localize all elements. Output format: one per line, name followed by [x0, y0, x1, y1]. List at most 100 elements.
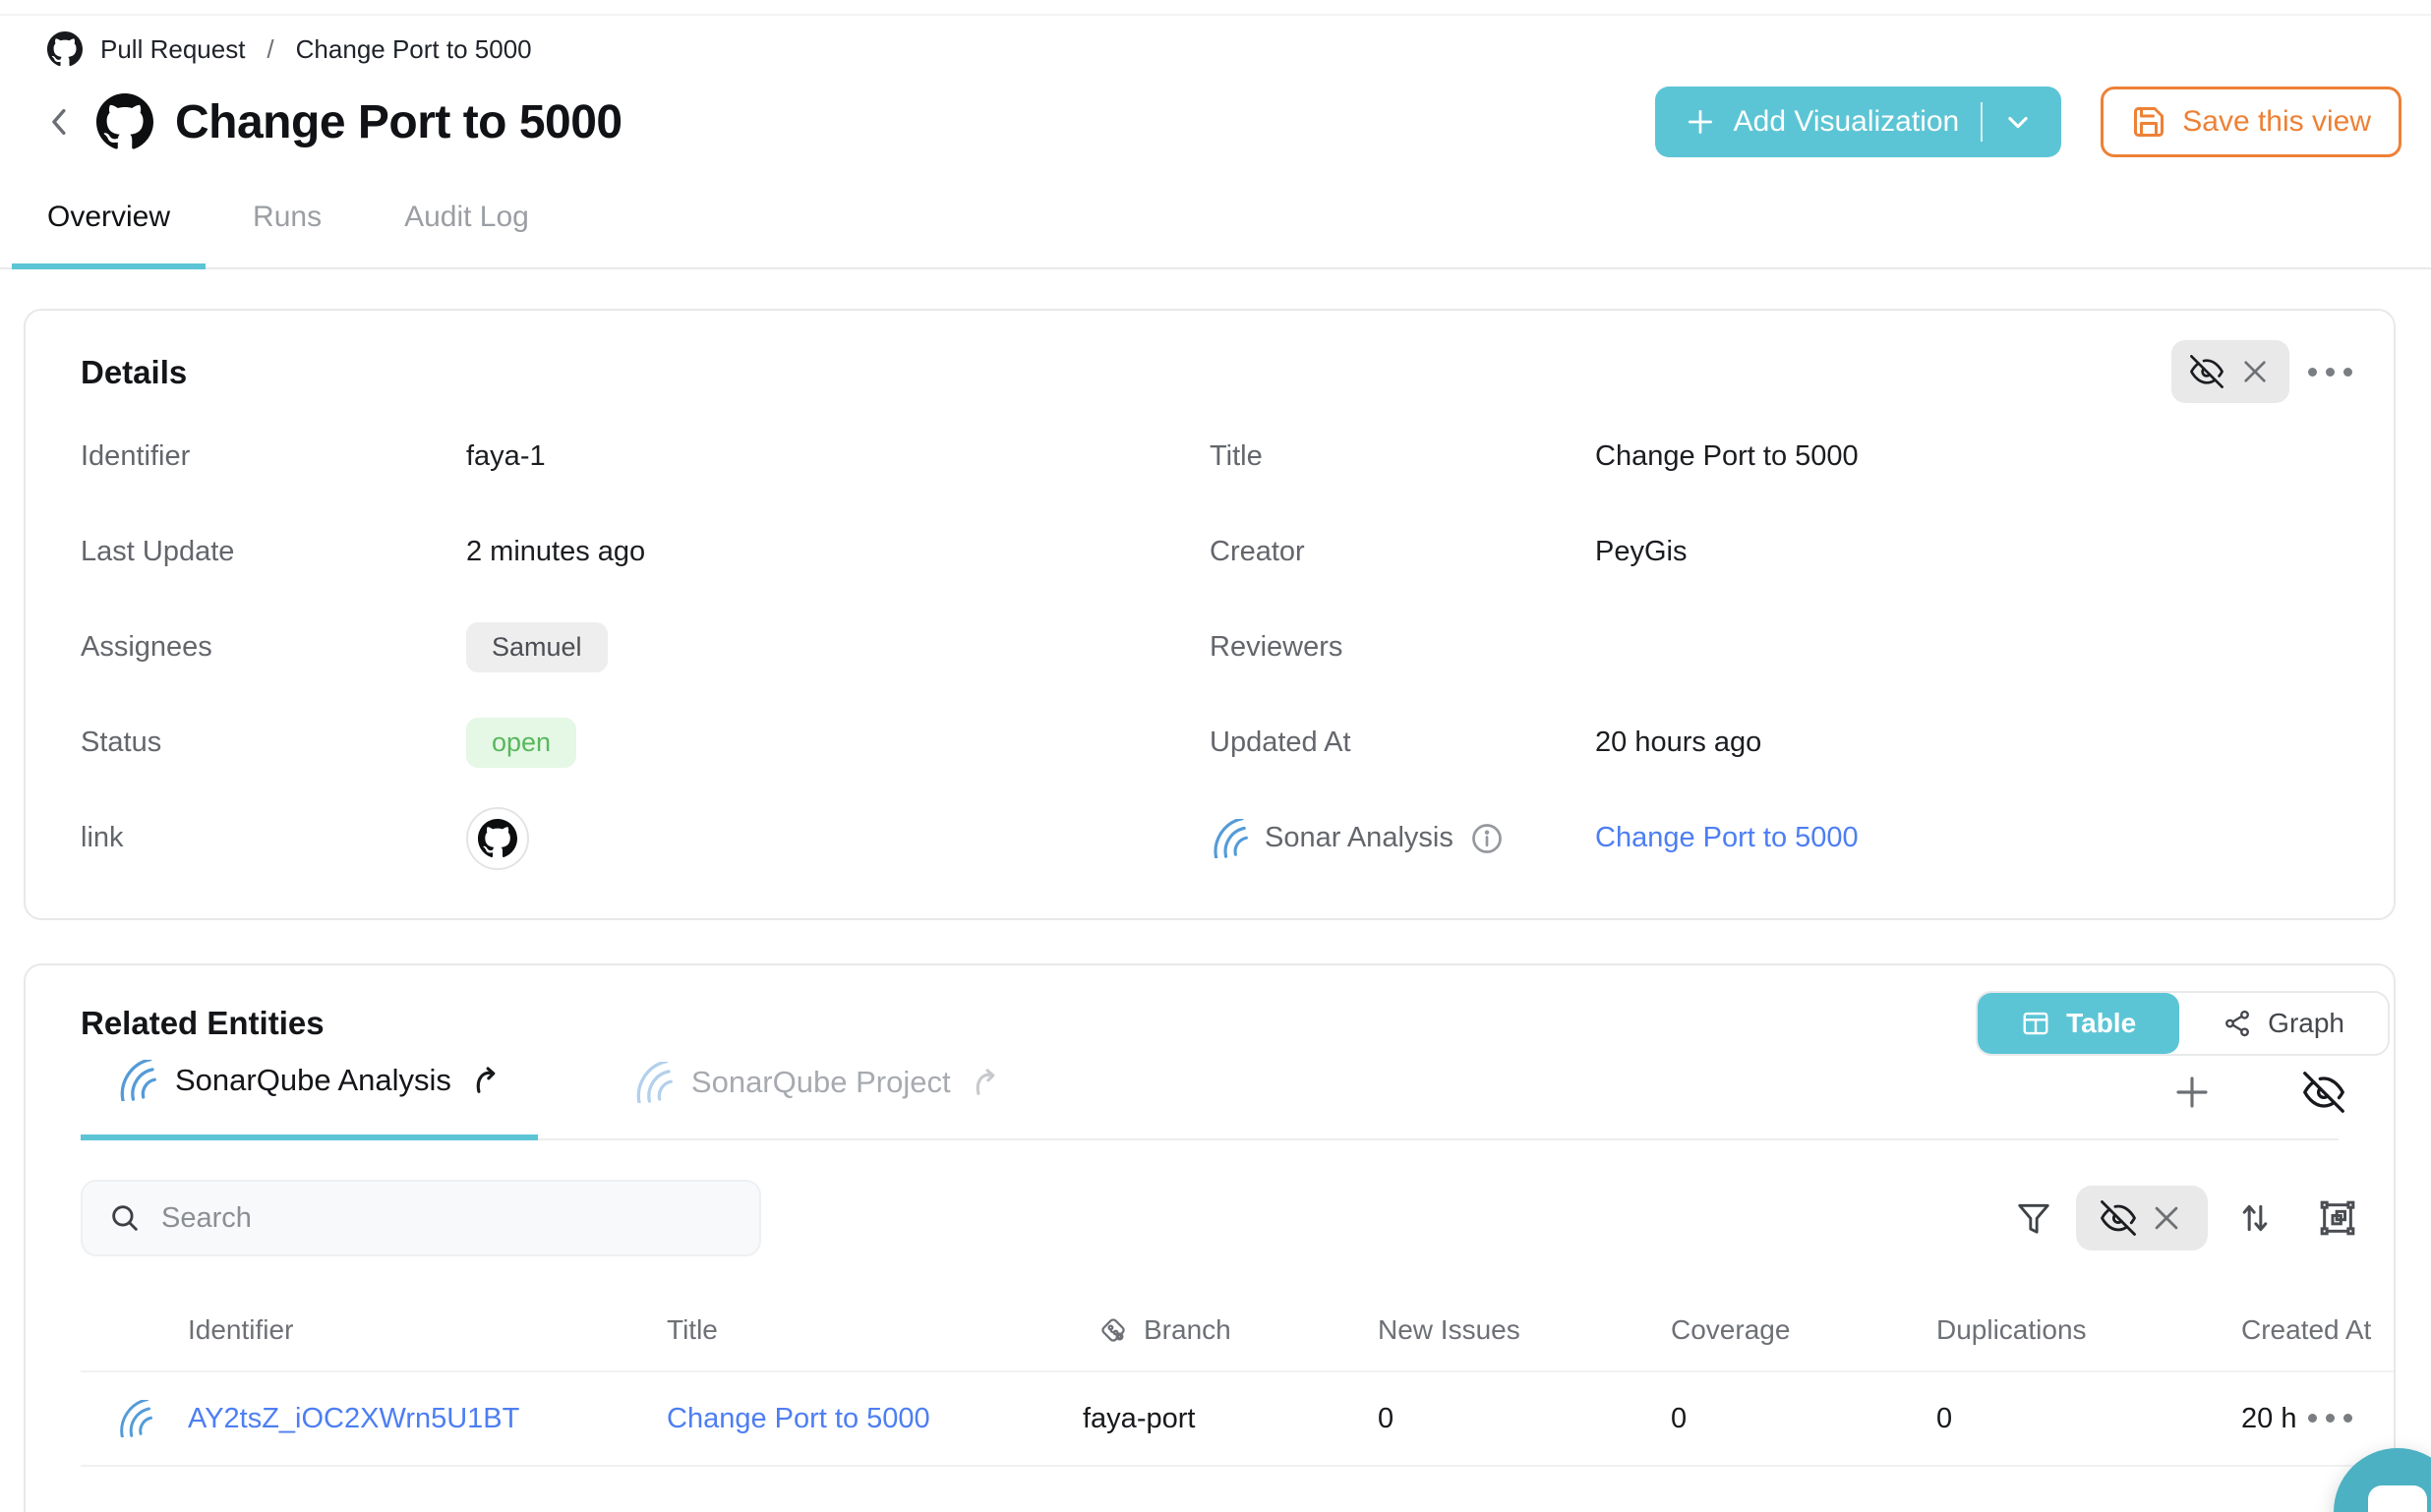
field-value: 20 hours ago: [1595, 727, 1761, 759]
search-input[interactable]: [161, 1202, 734, 1235]
sonar-icon: [632, 1062, 674, 1103]
sonar-analysis-link[interactable]: Change Port to 5000: [1595, 822, 1859, 854]
status-badge: open: [466, 718, 576, 768]
toggle-graph-label: Graph: [2268, 1008, 2344, 1039]
field-value: Change Port to 5000: [1595, 440, 1859, 473]
info-icon[interactable]: [1469, 821, 1505, 856]
column-new-issues[interactable]: New Issues: [1378, 1314, 1671, 1346]
relation-arrow-icon: [969, 1066, 1002, 1099]
add-visualization-label: Add Visualization: [1734, 105, 1960, 139]
row-title-link[interactable]: Change Port to 5000: [667, 1403, 930, 1434]
github-icon: [47, 31, 83, 67]
eye-off-icon[interactable]: [2101, 1200, 2136, 1236]
details-card: Details Identifier faya-1 Last Update 2 …: [24, 309, 2396, 920]
tab-runs[interactable]: Runs: [217, 195, 357, 267]
field-value: PeyGis: [1595, 536, 1687, 568]
field-label: Assignees: [81, 631, 466, 664]
entity-tab-actions: [2171, 1072, 2344, 1113]
save-this-view-button[interactable]: Save this view: [2101, 87, 2401, 157]
add-tab-icon[interactable]: [2171, 1072, 2213, 1113]
field-value: faya-1: [466, 440, 546, 473]
details-card-title: Details: [81, 354, 187, 391]
field-label: Sonar Analysis: [1265, 822, 1453, 854]
button-divider: [1981, 102, 1983, 142]
breadcrumb: Pull Request / Change Port to 5000: [47, 31, 532, 67]
chevron-down-icon[interactable]: [2004, 108, 2032, 136]
sonar-icon: [116, 1060, 157, 1101]
row-coverage: 0: [1671, 1403, 1936, 1435]
sonar-icon: [1210, 819, 1249, 858]
page-title: Change Port to 5000: [175, 95, 623, 149]
column-coverage[interactable]: Coverage: [1671, 1314, 1936, 1346]
search-box: [81, 1180, 761, 1256]
title-row: Change Port to 5000 Add Visualization Sa…: [39, 83, 2401, 161]
page: Pull Request / Change Port to 5000 Chang…: [0, 0, 2431, 1512]
row-new-issues: 0: [1378, 1403, 1671, 1435]
field-label: Reviewers: [1210, 631, 1595, 664]
back-button[interactable]: [39, 92, 83, 151]
details-visibility-pill: [2171, 340, 2289, 403]
column-created-at[interactable]: Created At: [2241, 1314, 2396, 1346]
table-header: Identifier Title Branch New Issues Cover…: [81, 1290, 2394, 1372]
chat-bubble-icon: [2368, 1485, 2427, 1512]
table-visibility-pill: [2076, 1186, 2208, 1250]
toggle-table-label: Table: [2066, 1008, 2136, 1039]
eye-off-icon[interactable]: [2190, 355, 2223, 388]
field-updated-at: Updated At 20 hours ago: [1210, 695, 2339, 790]
column-duplications[interactable]: Duplications: [1936, 1314, 2241, 1346]
row-more-icon[interactable]: [2308, 1414, 2352, 1423]
add-visualization-button[interactable]: Add Visualization: [1655, 87, 2062, 157]
field-link: link: [81, 790, 1210, 886]
field-reviewers: Reviewers: [1210, 600, 2339, 695]
tab-overview[interactable]: Overview: [12, 195, 206, 269]
related-entities-title: Related Entities: [81, 1005, 325, 1042]
github-icon: [96, 93, 153, 150]
page-tabs: Overview Runs Audit Log: [0, 195, 2431, 269]
top-divider: [0, 14, 2431, 16]
column-branch-label: Branch: [1144, 1314, 1231, 1346]
tab-sonarqube-project[interactable]: SonarQube Project: [597, 1060, 1038, 1138]
field-title: Title Change Port to 5000: [1210, 409, 2339, 504]
tab-sonarqube-analysis[interactable]: SonarQube Analysis: [81, 1060, 538, 1140]
row-duplications: 0: [1936, 1403, 2241, 1435]
field-sonar-analysis: Sonar Analysis Change Port to 5000: [1210, 790, 2339, 886]
tab-audit-log[interactable]: Audit Log: [369, 195, 564, 267]
tab-label: SonarQube Analysis: [175, 1063, 451, 1098]
breadcrumb-separator: /: [267, 34, 273, 65]
sort-icon[interactable]: [2235, 1198, 2275, 1238]
breadcrumb-current: Change Port to 5000: [296, 34, 532, 65]
relation-arrow-icon: [469, 1064, 503, 1097]
column-branch[interactable]: Branch: [1083, 1313, 1378, 1347]
group-by-icon[interactable]: [2318, 1198, 2357, 1238]
eye-off-icon[interactable]: [2303, 1072, 2344, 1113]
toggle-table[interactable]: Table: [1978, 993, 2179, 1054]
save-this-view-label: Save this view: [2182, 105, 2371, 139]
assignee-chip: Samuel: [466, 622, 608, 672]
view-toggle: Table Graph: [1976, 991, 2390, 1056]
github-link-icon[interactable]: [466, 807, 529, 870]
table-row: AY2tsZ_iOC2XWrn5U1BT Change Port to 5000…: [81, 1372, 2394, 1467]
field-value: 2 minutes ago: [466, 536, 645, 568]
field-creator: Creator PeyGis: [1210, 504, 2339, 600]
field-label: Creator: [1210, 536, 1595, 568]
field-label: link: [81, 822, 466, 854]
toggle-graph[interactable]: Graph: [2179, 993, 2388, 1054]
field-label: Status: [81, 727, 466, 759]
field-label: Title: [1210, 440, 1595, 473]
field-status: Status open: [81, 695, 1210, 790]
close-icon[interactable]: [2239, 356, 2271, 387]
field-label: Identifier: [81, 440, 466, 473]
search-icon: [108, 1201, 142, 1235]
column-identifier[interactable]: Identifier: [188, 1314, 667, 1346]
field-label: Updated At: [1210, 727, 1595, 759]
filter-icon[interactable]: [2015, 1199, 2052, 1237]
field-identifier: Identifier faya-1: [81, 409, 1210, 504]
row-identifier-link[interactable]: AY2tsZ_iOC2XWrn5U1BT: [188, 1403, 519, 1434]
close-icon[interactable]: [2150, 1201, 2183, 1235]
field-assignees: Assignees Samuel: [81, 600, 1210, 695]
details-more-icon[interactable]: [2308, 368, 2352, 377]
breadcrumb-entity-type[interactable]: Pull Request: [100, 34, 245, 65]
save-icon: [2131, 104, 2166, 140]
column-title[interactable]: Title: [667, 1314, 1083, 1346]
table-icon: [2021, 1009, 2050, 1038]
